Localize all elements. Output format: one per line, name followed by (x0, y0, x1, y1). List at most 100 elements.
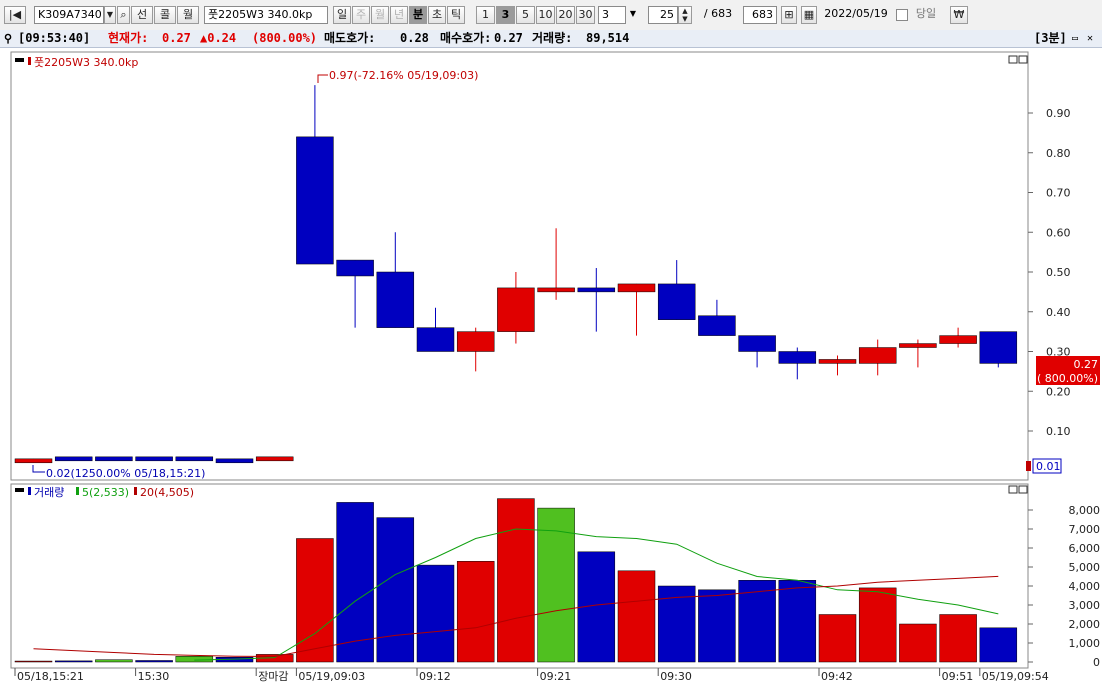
candle-body (939, 335, 977, 344)
chart-area[interactable]: 0.900.800.700.600.500.400.300.200.10 8,0… (0, 47, 1102, 683)
volume-bar (778, 580, 817, 663)
x-tick-label: 15:30 (138, 670, 170, 683)
current-price-label: 현재가: (108, 31, 149, 45)
volume-tick-label: 6,000 (1069, 542, 1101, 555)
toolbar: |◀ K309A7340 ▼ ⌕ 선 콜 월 풋2205W3 340.0kp 일… (0, 0, 1102, 31)
won-icon[interactable]: ₩ (950, 6, 968, 24)
left-marker-value: 0.01 (1036, 460, 1061, 473)
x-tick-label: 09:42 (821, 670, 853, 683)
volume-bar (14, 660, 53, 663)
volume-bar (858, 587, 897, 663)
left-marker-swatch (1026, 461, 1031, 471)
close-icon[interactable]: ✕ (1087, 30, 1093, 47)
volume-tick-label: 5,000 (1069, 561, 1101, 574)
volume-bar (456, 561, 495, 663)
month-button[interactable]: 월 (177, 6, 199, 24)
first-page-icon[interactable]: |◀ (4, 6, 26, 24)
volume-panel-close-icon[interactable] (1018, 485, 1028, 494)
x-tick-label: 장마감 (258, 670, 288, 683)
candle-body (95, 456, 133, 462)
quote-status-bar: ⚲ [09:53:40] 현재가: 0.27 ▲0.24 (800.00%) 매… (0, 30, 1102, 48)
total-field[interactable]: 683 (743, 6, 777, 24)
price-tick-label: 0.10 (1046, 425, 1071, 438)
volume-value: 89,514 (586, 31, 630, 45)
count-spinner-icon[interactable]: ▲ ▼ (678, 6, 692, 24)
interval-select-arrow-icon[interactable]: ▼ (626, 6, 640, 24)
change-value: ▲0.24 (200, 31, 237, 45)
interval-button-1[interactable]: 1 (476, 6, 495, 24)
bid-label: 매수호가: (440, 31, 492, 45)
minimize-icon[interactable]: ▭ (1072, 30, 1078, 47)
volume-panel-menu-icon[interactable] (15, 488, 24, 492)
interval-button-20[interactable]: 20 (556, 6, 575, 24)
calendar-icon[interactable]: ▦ (801, 6, 817, 24)
call-button[interactable]: 콜 (154, 6, 176, 24)
candle-body (255, 456, 294, 462)
x-tick-label: 05/19,09:54 (982, 670, 1049, 683)
ma5-legend: 5(2,533) (82, 486, 129, 499)
period-button-0[interactable]: 일 (333, 6, 351, 24)
interval-button-30[interactable]: 30 (576, 6, 595, 24)
candle-body (175, 456, 214, 462)
period-button-2[interactable]: 월 (371, 6, 389, 24)
x-tick-label: 05/18,15:21 (17, 670, 84, 683)
candle-body (537, 287, 575, 293)
date-field[interactable]: 2022/05/19 (820, 6, 892, 24)
volume-legend: 거래량 (34, 486, 64, 499)
price-panel[interactable] (10, 51, 1029, 481)
period-button-4[interactable]: 분 (409, 6, 427, 24)
add-chart-icon[interactable]: ⊞ (781, 6, 797, 24)
candle-body (456, 331, 495, 352)
x-tick-label: 09:12 (419, 670, 451, 683)
panel-min-icon[interactable] (1008, 55, 1018, 64)
volume-panel-min-icon[interactable] (1008, 485, 1018, 494)
candle-body (818, 359, 857, 364)
period-button-1[interactable]: 주 (352, 6, 370, 24)
period-button-3[interactable]: 년 (390, 6, 408, 24)
interval-select[interactable]: 3 (598, 6, 626, 24)
code-input[interactable]: K309A7340 (34, 6, 104, 24)
ask-label: 매도호가: (324, 31, 376, 45)
volume-tick-label: 8,000 (1069, 504, 1101, 517)
interval-button-5[interactable]: 5 (516, 6, 535, 24)
legend-swatch-volume (28, 487, 31, 495)
product-name-field[interactable]: 풋2205W3 340.0kp (204, 6, 328, 24)
x-tick-label: 05/19,09:03 (298, 670, 365, 683)
search-icon[interactable]: ⌕ (117, 6, 130, 24)
min-annotation: 0.02(1250.00% 05/18,15:21) (46, 467, 205, 480)
volume-bar (698, 589, 736, 663)
volume-bar (336, 502, 374, 663)
candle-body (497, 287, 535, 332)
volume-tick-label: 2,000 (1069, 618, 1101, 631)
current-price-box-pct: ( 800.00%) (1037, 372, 1098, 385)
pin-icon[interactable]: ⚲ (4, 30, 12, 47)
period-button-5[interactable]: 초 (428, 6, 446, 24)
volume-tick-label: 0 (1093, 656, 1100, 669)
prev-button[interactable]: 선 (131, 6, 153, 24)
volume-bar (617, 570, 656, 663)
volume-tick-label: 7,000 (1069, 523, 1101, 536)
x-axis: 05/18,15:21 15:30 장마감 05/19,09:03 09:12 09:21… (14, 668, 1049, 683)
price-tick-label: 0.20 (1046, 385, 1071, 398)
candle-body (778, 351, 817, 364)
same-day-checkbox[interactable] (896, 9, 908, 21)
x-tick-label: 09:30 (660, 670, 692, 683)
ask-value: 0.28 (400, 31, 429, 45)
period-button-6[interactable]: 틱 (447, 6, 465, 24)
volume-bar (175, 656, 214, 663)
price-tick-label: 0.80 (1046, 147, 1071, 160)
panel-menu-icon[interactable] (15, 58, 24, 62)
interval-button-10[interactable]: 10 (536, 6, 555, 24)
code-dropdown-icon[interactable]: ▼ (104, 6, 116, 24)
price-tick-label: 0.60 (1046, 226, 1071, 239)
panel-close-icon[interactable] (1018, 55, 1028, 64)
max-annotation: 0.97(-72.16% 05/19,09:03) (329, 69, 478, 82)
volume-bar (54, 660, 93, 663)
volume-bar (95, 659, 133, 663)
volume-bar (135, 660, 173, 663)
count-input[interactable]: 25 (648, 6, 678, 24)
candle-body (135, 456, 173, 462)
current-price-value: 0.27 (162, 31, 191, 45)
interval-button-3[interactable]: 3 (496, 6, 515, 24)
volume-tick-label: 3,000 (1069, 599, 1101, 612)
